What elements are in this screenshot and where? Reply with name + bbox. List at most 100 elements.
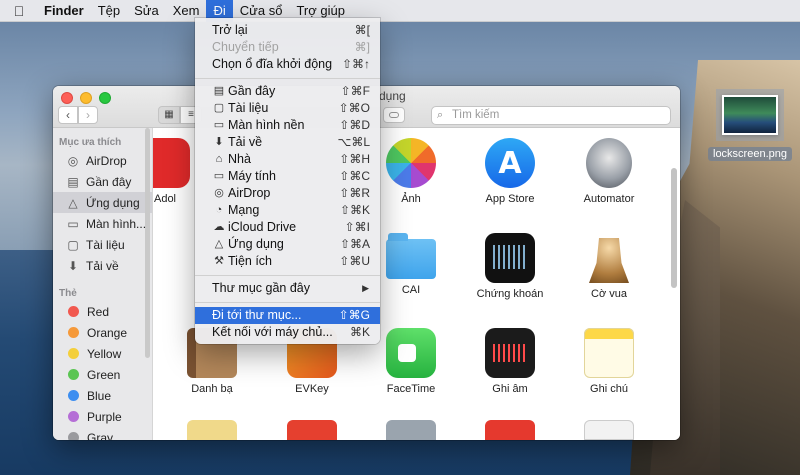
sidebar-item-airdrop[interactable]: ◎ AirDrop [53,150,152,171]
sidebar-tag-red[interactable]: Red [53,301,152,322]
menu-finder[interactable]: Finder [38,0,91,22]
chrome-app-icon [287,420,337,440]
tag-color-dot [68,327,79,338]
app-item[interactable]: App Store [460,138,560,205]
menu-item-back[interactable]: Trở lại ⌘[ [195,22,380,39]
reminders-app-icon [584,420,634,440]
menu-item-startup-disk[interactable]: Chọn ổ đĩa khởi động ⇧⌘↑ [195,56,380,73]
app-icon-partial [187,420,237,440]
menu-bar:  Finder Tệp Sửa Xem Đi Cửa sổ Trợ giúp [0,0,800,22]
menu-item-recent-folders[interactable]: Thư mục gần đây ▶ [195,280,380,297]
zoom-window-button[interactable] [99,92,111,104]
app-item[interactable]: Automator [559,138,659,205]
sidebar-item-recents[interactable]: ▤ Gần đây [53,171,152,192]
menu-item-icloud-drive[interactable]: ☁ iCloud Drive ⇧⌘I [195,219,380,236]
sidebar-item-downloads[interactable]: ⬇ Tải về [53,255,152,276]
app-item[interactable] [361,420,461,440]
sidebar-item-label: Green [87,367,121,382]
desktop-file-lockscreen[interactable]: lockscreen.png [708,89,792,161]
network-icon: ◔ [215,204,223,216]
sidebar-item-label: Yellow [87,346,122,361]
apple-menu-icon[interactable]:  [0,3,38,19]
app-item[interactable] [460,420,560,440]
sidebar: Mục ưa thích ◎ AirDrop ▤ Gần đây △ Ứng d… [53,128,153,440]
app-item[interactable]: Chứng khoán [460,233,560,300]
documents-icon: ▢ [213,102,225,114]
tag-icon [389,112,399,118]
applications-icon: △ [214,238,224,250]
menu-item-home[interactable]: ⌂ Nhà ⇧⌘H [195,151,380,168]
menu-item-shortcut: ⇧⌘R [339,186,370,200]
icon-view-button[interactable]: ▦ [158,106,180,124]
menu-item-utilities[interactable]: ⚒ Tiện ích ⇧⌘U [195,253,380,270]
downloads-icon: ⬇ [67,258,79,273]
app-item[interactable] [559,420,659,440]
app-label: Automator [583,193,635,205]
menu-item-label: Kết nối với máy chủ... [212,325,333,339]
app-label: Ghi chú [590,383,628,395]
menu-item-shortcut: ⇧⌘K [339,203,370,217]
sidebar-item-label: Tài liệu [86,237,125,252]
launchpad-app-icon [386,420,436,440]
tag-color-dot [68,369,79,380]
menu-item-label: Máy tính [228,169,276,183]
menu-separator [195,78,380,79]
app-item[interactable]: Ghi chú [559,328,659,395]
menu-item-downloads[interactable]: ⬇ Tải về ⌥⌘L [195,134,380,151]
sidebar-tag-orange[interactable]: Orange [53,322,152,343]
app-label: Danh bạ [191,383,233,395]
folder-icon [386,233,436,279]
desktop-icon: ▭ [67,216,79,231]
menu-item-network[interactable]: ◔ Mạng ⇧⌘K [195,202,380,219]
list-icon: ≡ [188,109,194,120]
sidebar-tag-gray[interactable]: Gray [53,427,152,441]
sidebar-tag-yellow[interactable]: Yellow [53,343,152,364]
sidebar-tag-purple[interactable]: Purple [53,406,152,427]
search-input[interactable]: ⌕ Tìm kiếm [431,106,671,125]
sidebar-scrollbar[interactable] [145,128,150,358]
documents-icon: ▢ [67,237,79,252]
computer-icon: ▭ [213,170,225,182]
image-thumbnail [716,89,784,141]
sidebar-tag-green[interactable]: Green [53,364,152,385]
forward-button[interactable]: › [78,106,98,124]
menu-item-label: Chuyển tiếp [212,40,279,54]
sidebar-item-label: Gray [87,430,114,441]
menu-item-recents[interactable]: ▤ Gần đây ⇧⌘F [195,83,380,100]
tag-button[interactable] [383,107,405,123]
app-item[interactable]: Cờ vua [559,233,659,300]
adobe-app-icon [153,138,190,188]
menu-item-desktop[interactable]: ▭ Màn hình nền ⇧⌘D [195,117,380,134]
tag-color-dot [68,306,79,317]
home-icon: ⌂ [215,153,223,165]
minimize-window-button[interactable] [80,92,92,104]
menu-item-airdrop[interactable]: ◎ AirDrop ⇧⌘R [195,185,380,202]
close-window-button[interactable] [61,92,73,104]
app-item[interactable] [262,420,362,440]
applications-icon: △ [68,195,78,210]
sidebar-item-applications[interactable]: △ Ứng dụng [53,192,152,213]
menu-file[interactable]: Tệp [91,0,127,22]
menu-item-computer[interactable]: ▭ Máy tính ⇧⌘C [195,168,380,185]
menu-item-documents[interactable]: ▢ Tài liệu ⇧⌘O [195,100,380,117]
menu-item-shortcut: ⇧⌘A [339,237,370,251]
menu-item-go-to-folder[interactable]: Đi tới thư mục... ⇧⌘G [195,307,380,324]
sidebar-tag-blue[interactable]: Blue [53,385,152,406]
app-item[interactable] [162,420,262,440]
content-scrollbar[interactable] [671,168,677,288]
back-button[interactable]: ‹ [58,106,78,124]
menu-item-applications[interactable]: △ Ứng dụng ⇧⌘A [195,236,380,253]
app-label: Chứng khoán [476,288,544,300]
sidebar-item-desktop[interactable]: ▭ Màn hình... [53,213,152,234]
menu-item-shortcut: ⇧⌘F [340,84,370,98]
desktop-file-label: lockscreen.png [708,147,792,161]
sidebar-item-label: Purple [87,409,122,424]
menu-item-connect-server[interactable]: Kết nối với máy chủ... ⌘K [195,324,380,341]
chevron-right-icon: › [86,108,90,122]
menu-edit[interactable]: Sửa [127,0,166,22]
app-item[interactable]: Ghi âm [460,328,560,395]
sidebar-item-documents[interactable]: ▢ Tài liệu [53,234,152,255]
menu-item-label: Gần đây [228,84,276,98]
menu-item-shortcut: ⇧⌘H [339,152,370,166]
menu-item-shortcut: ⌥⌘L [337,135,370,149]
